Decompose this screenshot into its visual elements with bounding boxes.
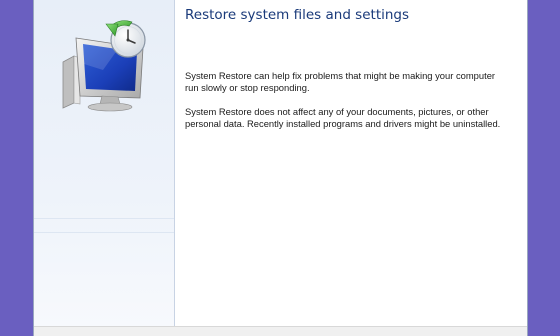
panel-divider [34, 232, 174, 233]
description-paragraph: System Restore can help fix problems tha… [185, 70, 496, 93]
wizard-title: Restore system files and settings [185, 7, 410, 23]
system-restore-window: Restore system files and settings System… [33, 0, 528, 336]
wizard-side-panel [34, 0, 175, 326]
note-paragraph: System Restore does not affect any of yo… [185, 106, 501, 129]
system-restore-icon [62, 20, 146, 112]
desktop-background-left [0, 0, 33, 336]
panel-divider [34, 218, 174, 219]
desktop-background-right [528, 0, 560, 336]
button-bar [34, 326, 527, 336]
